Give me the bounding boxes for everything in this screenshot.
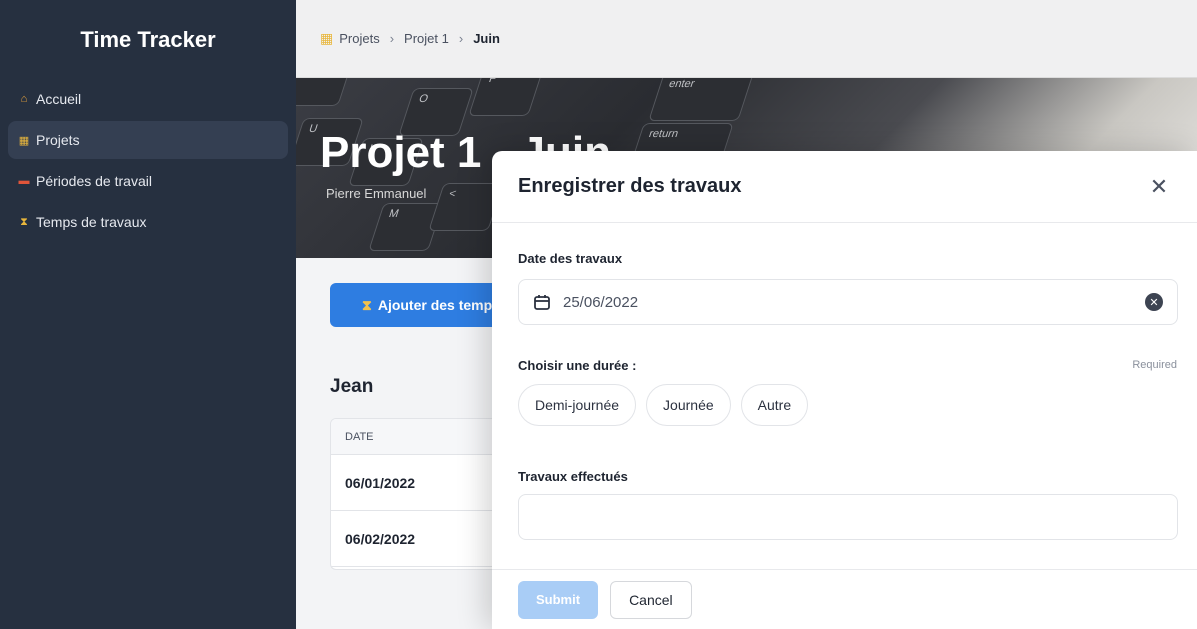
- duration-label: Choisir une durée :: [518, 358, 637, 373]
- sidebar-item-label: Projets: [36, 132, 80, 148]
- sidebar-item-accueil[interactable]: ⌂ Accueil: [8, 80, 288, 118]
- chevron-right-icon: ›: [458, 31, 464, 46]
- duration-options: Demi-journée Journée Autre: [518, 384, 809, 426]
- keyboard-key: B: [296, 78, 354, 106]
- modal-header: Enregistrer des travaux ✕: [492, 151, 1197, 223]
- work-done-label: Travaux effectués: [518, 469, 628, 484]
- clear-icon[interactable]: ✕: [1145, 293, 1163, 311]
- date-field[interactable]: 25/06/2022 ✕: [518, 279, 1178, 325]
- date-value: 25/06/2022: [563, 293, 639, 311]
- cancel-button[interactable]: Cancel: [610, 580, 692, 619]
- breadcrumb: ▦ Projets › Projet 1 › Juin: [296, 0, 1197, 78]
- record-work-modal: Enregistrer des travaux ✕ Date des trava…: [492, 151, 1197, 629]
- hourglass-icon: ⧗: [362, 296, 372, 313]
- page-subtitle: Pierre Emmanuel: [326, 186, 427, 201]
- chevron-right-icon: ›: [389, 31, 395, 46]
- add-time-button[interactable]: ⧗ Ajouter des temps: [330, 283, 500, 327]
- sidebar-item-label: Accueil: [36, 91, 82, 107]
- calendar-icon: [534, 295, 550, 310]
- sidebar: Time Tracker ⌂ Accueil ▦ Projets ▬ Pério…: [0, 0, 296, 629]
- modal-title: Enregistrer des travaux: [518, 175, 742, 197]
- submit-button[interactable]: Submit: [518, 580, 599, 619]
- construction-barrier-icon: ▦: [320, 30, 334, 46]
- breadcrumb-current: Juin: [473, 31, 500, 46]
- hourglass-icon: ⧗: [20, 215, 28, 228]
- keyboard-key: enter: [648, 78, 754, 121]
- home-icon: ⌂: [20, 93, 28, 105]
- required-hint: Required: [1132, 359, 1177, 371]
- construction-barrier-icon: ▦: [18, 134, 30, 147]
- sidebar-item-label: Temps de travaux: [36, 214, 147, 230]
- breadcrumb-projet[interactable]: Projet 1: [404, 31, 449, 46]
- duration-chip-demi-journee[interactable]: Demi-journée: [518, 384, 637, 426]
- breadcrumb-projets[interactable]: Projets: [339, 31, 379, 46]
- keyboard-key: P: [468, 78, 544, 116]
- app-title: Time Tracker: [80, 27, 216, 52]
- add-time-label: Ajouter des temps: [377, 297, 500, 313]
- date-label: Date des travaux: [518, 251, 623, 266]
- calendar-icon: ▬: [18, 175, 30, 187]
- modal-footer: Submit Cancel: [492, 569, 1197, 629]
- sidebar-nav: ⌂ Accueil ▦ Projets ▬ Périodes de travai…: [0, 80, 296, 241]
- section-title: Jean: [330, 376, 374, 397]
- sidebar-item-label: Périodes de travail: [36, 173, 152, 189]
- close-icon[interactable]: ✕: [1147, 174, 1171, 200]
- sidebar-item-projets[interactable]: ▦ Projets: [8, 121, 288, 159]
- sidebar-item-temps[interactable]: ⧗ Temps de travaux: [8, 203, 288, 241]
- sidebar-item-periodes[interactable]: ▬ Périodes de travail: [8, 162, 288, 200]
- duration-chip-autre[interactable]: Autre: [740, 384, 809, 426]
- duration-chip-journee[interactable]: Journée: [646, 384, 731, 426]
- work-done-field[interactable]: [518, 494, 1178, 540]
